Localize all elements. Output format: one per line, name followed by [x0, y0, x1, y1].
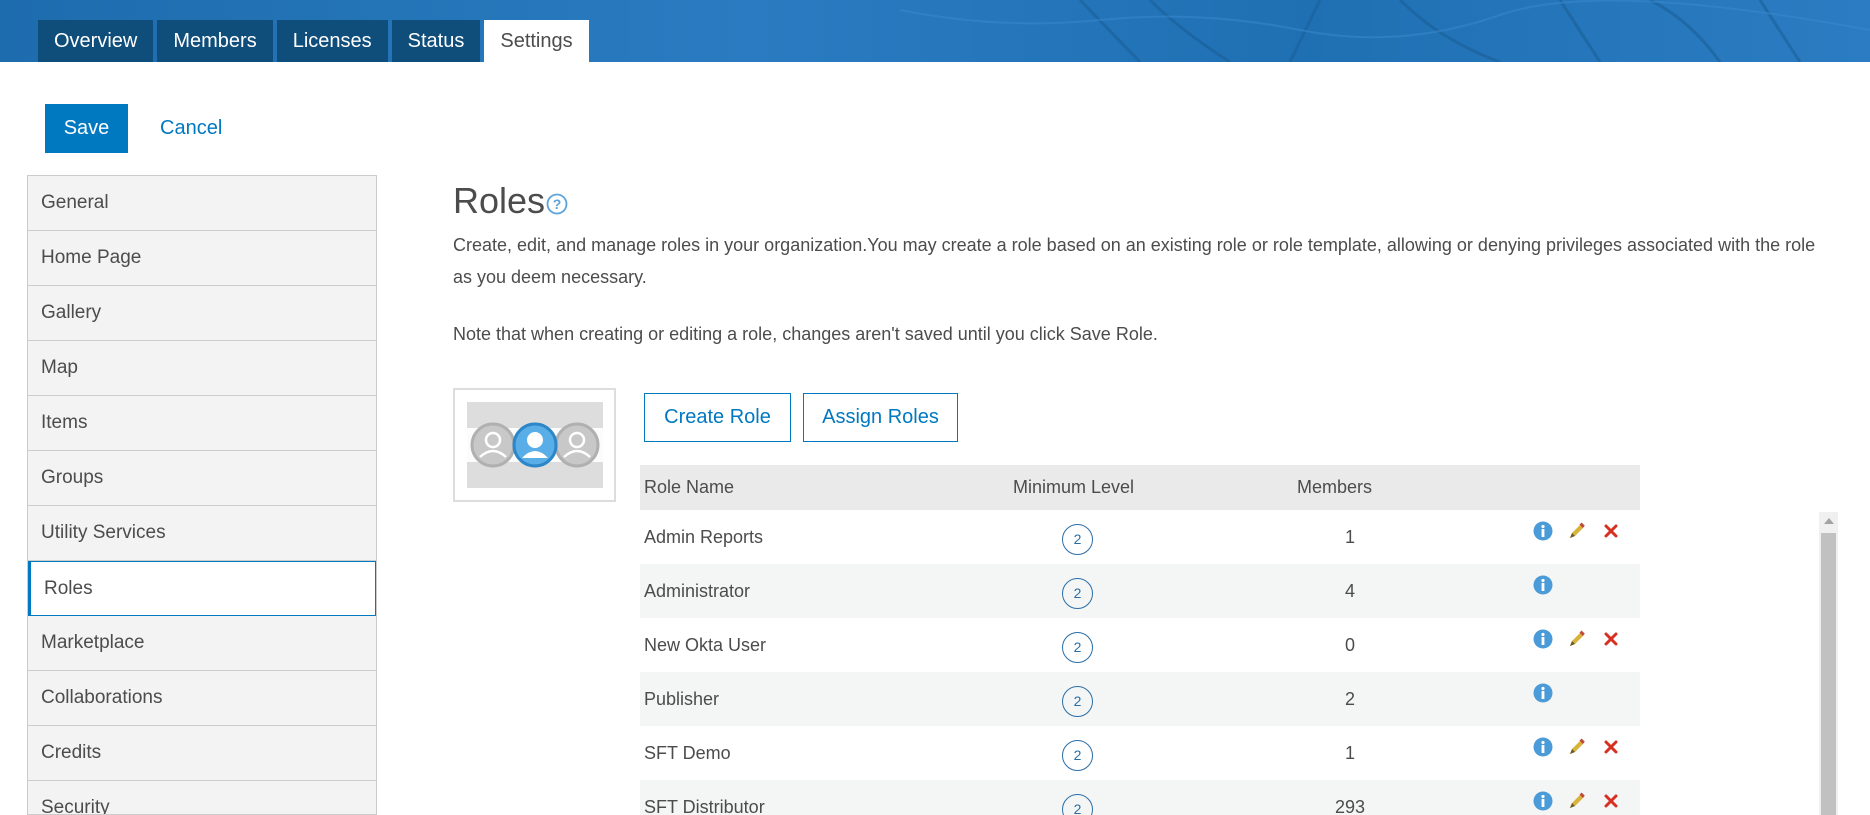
- table-row[interactable]: SFT Distributor 2 293: [640, 780, 1640, 815]
- role-name: SFT Distributor: [644, 797, 765, 815]
- scroll-thumb[interactable]: [1821, 533, 1836, 815]
- header-minimum-level[interactable]: Minimum Level: [1013, 465, 1134, 510]
- table-row[interactable]: Admin Reports 2 1: [640, 510, 1640, 564]
- minimum-level-badge: 2: [1062, 686, 1093, 717]
- info-icon[interactable]: [1532, 520, 1554, 542]
- pencil-icon[interactable]: [1566, 520, 1588, 542]
- sidebar-item-groups[interactable]: Groups: [28, 451, 376, 506]
- sidebar-item-utility-services[interactable]: Utility Services: [28, 506, 376, 561]
- sidebar-item-home-page[interactable]: Home Page: [28, 231, 376, 286]
- minimum-level-badge: 2: [1062, 524, 1093, 555]
- header-members[interactable]: Members: [1297, 465, 1372, 510]
- row-actions: [1532, 520, 1622, 544]
- page-title: Roles: [453, 180, 546, 221]
- sidebar-item-items[interactable]: Items: [28, 396, 376, 451]
- members-count: 2: [1344, 689, 1355, 709]
- info-icon[interactable]: [1532, 736, 1554, 758]
- role-name: Publisher: [644, 689, 720, 709]
- sidebar-item-collaborations[interactable]: Collaborations: [28, 671, 376, 726]
- sidebar-item-roles[interactable]: Roles: [28, 561, 376, 616]
- role-name: Admin Reports: [644, 527, 764, 547]
- tab-status[interactable]: Status: [391, 20, 481, 62]
- roles-illustration: [453, 388, 616, 502]
- sidebar-item-credits[interactable]: Credits: [28, 726, 376, 781]
- roles-note: Note that when creating or editing a rol…: [453, 324, 1158, 344]
- members-count: 293: [1334, 797, 1366, 815]
- minimum-level-badge: 2: [1062, 578, 1093, 609]
- pencil-icon[interactable]: [1566, 736, 1588, 758]
- close-icon[interactable]: [1600, 790, 1622, 812]
- info-icon[interactable]: [1532, 790, 1554, 812]
- create-role-button[interactable]: Create Role: [644, 393, 791, 442]
- info-icon[interactable]: [1532, 574, 1554, 596]
- tab-overview[interactable]: Overview: [38, 20, 154, 62]
- settings-sidebar: General Home Page Gallery Map Items Grou…: [27, 175, 377, 815]
- scroll-up-arrow[interactable]: [1819, 512, 1838, 530]
- top-banner: Overview Members Licenses Status Setting…: [0, 0, 1870, 62]
- info-icon[interactable]: [1532, 628, 1554, 650]
- sidebar-item-gallery[interactable]: Gallery: [28, 286, 376, 341]
- assign-roles-button[interactable]: Assign Roles: [803, 393, 958, 442]
- members-count: 4: [1344, 581, 1355, 601]
- tab-members[interactable]: Members: [157, 20, 273, 62]
- sidebar-item-general[interactable]: General: [28, 176, 376, 231]
- pencil-icon[interactable]: [1566, 790, 1588, 812]
- svg-text:?: ?: [553, 196, 562, 212]
- role-name: SFT Demo: [644, 743, 731, 763]
- header-role-name[interactable]: Role Name: [644, 465, 734, 510]
- cancel-link[interactable]: Cancel: [160, 117, 222, 140]
- row-actions: [1532, 682, 1622, 706]
- sidebar-item-marketplace[interactable]: Marketplace: [28, 616, 376, 671]
- minimum-level-badge: 2: [1062, 632, 1093, 663]
- role-name: New Okta User: [644, 635, 767, 655]
- minimum-level-badge: 2: [1062, 794, 1093, 815]
- close-icon[interactable]: [1600, 736, 1622, 758]
- roles-table: Role Name Minimum Level Members Admin Re…: [640, 465, 1640, 815]
- table-header: Role Name Minimum Level Members: [640, 465, 1640, 510]
- tab-licenses[interactable]: Licenses: [276, 20, 388, 62]
- row-actions: [1532, 736, 1622, 760]
- users-group-icon: [467, 422, 603, 468]
- info-icon[interactable]: [1532, 682, 1554, 704]
- table-row[interactable]: Publisher 2 2: [640, 672, 1640, 726]
- close-icon[interactable]: [1600, 628, 1622, 650]
- table-scrollbar[interactable]: [1819, 512, 1838, 815]
- tab-settings[interactable]: Settings: [484, 20, 589, 62]
- sidebar-item-map[interactable]: Map: [28, 341, 376, 396]
- save-button[interactable]: Save: [45, 104, 128, 153]
- row-actions: [1532, 628, 1622, 652]
- members-count: 0: [1344, 635, 1355, 655]
- table-row[interactable]: Administrator 2 4: [640, 564, 1640, 618]
- table-row[interactable]: SFT Demo 2 1: [640, 726, 1640, 780]
- close-icon[interactable]: [1600, 520, 1622, 542]
- sidebar-item-security[interactable]: Security: [28, 781, 376, 814]
- help-circle-icon[interactable]: ?: [546, 193, 568, 215]
- row-actions: [1532, 574, 1622, 598]
- roles-description: Create, edit, and manage roles in your o…: [453, 235, 1816, 287]
- minimum-level-badge: 2: [1062, 740, 1093, 771]
- tab-bar: Overview Members Licenses Status Setting…: [38, 20, 589, 62]
- table-row[interactable]: New Okta User 2 0: [640, 618, 1640, 672]
- row-actions: [1532, 790, 1622, 814]
- members-count: 1: [1344, 527, 1355, 547]
- role-name: Administrator: [644, 581, 751, 601]
- pencil-icon[interactable]: [1566, 628, 1588, 650]
- members-count: 1: [1344, 743, 1355, 763]
